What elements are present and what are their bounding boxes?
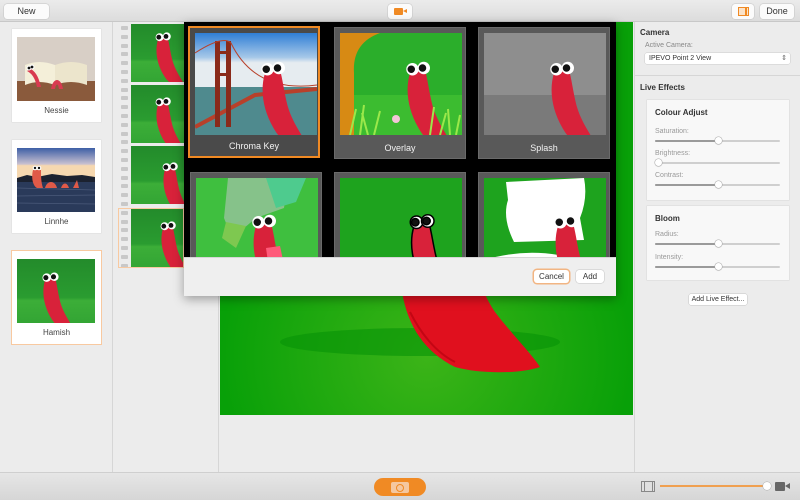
popup-arrows-icon: ⇕ bbox=[781, 55, 787, 62]
sprocket-hole bbox=[121, 34, 128, 39]
toolbar: New Scene Done bbox=[0, 0, 800, 31]
cancel-button[interactable]: Cancel bbox=[534, 270, 569, 283]
add-button[interactable]: Add bbox=[576, 270, 604, 283]
camera-snapshot-icon bbox=[391, 482, 409, 493]
snapshot-button[interactable] bbox=[374, 478, 426, 496]
sprocket-hole bbox=[121, 61, 128, 66]
effect-name: Splash bbox=[530, 143, 558, 153]
sprocket-hole bbox=[121, 254, 128, 259]
effect-name: Overlay bbox=[384, 143, 416, 153]
effect-name: Chroma Key bbox=[228, 141, 280, 151]
effect-tile-threshold[interactable] bbox=[478, 172, 610, 257]
sprocket-hole bbox=[121, 166, 128, 171]
effect-thumbnail bbox=[340, 33, 462, 135]
effect-picker-sheet: Chroma Key Overlay Splash Cancel Add bbox=[184, 22, 616, 296]
sprocket-hole bbox=[121, 114, 128, 118]
effect-tile-splash[interactable]: Splash bbox=[478, 27, 610, 159]
contrast-slider[interactable] bbox=[655, 181, 780, 188]
sprocket-hole bbox=[121, 26, 128, 30]
sprocket-hole bbox=[121, 193, 128, 198]
scenes-sidebar: Nessie Linnhe Hamish bbox=[0, 22, 113, 472]
effect-colour-adjust: Colour Adjust Saturation: Brightness: Co… bbox=[647, 100, 789, 200]
sprocket-hole bbox=[121, 122, 128, 127]
slider-label: Brightness: bbox=[655, 150, 691, 157]
active-camera-label: Active Camera: bbox=[645, 42, 693, 49]
sprocket-hole bbox=[121, 140, 128, 145]
scene-label: Hamish bbox=[42, 328, 71, 337]
scene-label: Nessie bbox=[44, 106, 69, 115]
slider-label: Intensity: bbox=[655, 254, 684, 261]
effect-thumbnail bbox=[195, 33, 317, 135]
sprocket-hole bbox=[121, 78, 128, 83]
done-button[interactable]: Done bbox=[760, 4, 794, 19]
camera-toggle-button[interactable] bbox=[388, 4, 412, 19]
intensity-slider[interactable] bbox=[655, 263, 780, 270]
active-camera-select[interactable]: IPEVO Point 2 View ⇕ bbox=[645, 53, 790, 64]
sprocket-hole bbox=[121, 96, 128, 101]
effect-thumbnail bbox=[484, 33, 606, 135]
sprocket-hole bbox=[121, 87, 128, 92]
sprocket-hole bbox=[121, 228, 128, 233]
thumbnail-size-slider[interactable] bbox=[660, 482, 771, 490]
live-effects-title: Live Effects bbox=[640, 83, 685, 92]
effect-tile-outline[interactable] bbox=[334, 172, 466, 257]
scene-thumbnail bbox=[17, 148, 95, 212]
effect-tile-posterize[interactable] bbox=[190, 172, 322, 257]
slider-label: Saturation: bbox=[655, 128, 689, 135]
scene-label: Linnhe bbox=[44, 217, 69, 226]
effect-thumbnail bbox=[196, 178, 318, 257]
scene-card-hamish[interactable]: Hamish bbox=[12, 251, 101, 344]
sheet-footer: Cancel Add bbox=[184, 257, 616, 296]
camera-section-title: Camera bbox=[640, 28, 670, 37]
sidebar-toggle-button[interactable] bbox=[732, 4, 754, 19]
effect-title: Bloom bbox=[655, 214, 680, 223]
sidebar-toggle-icon bbox=[738, 7, 749, 16]
sprocket-hole bbox=[121, 237, 128, 242]
scene-card-linnhe[interactable]: Linnhe bbox=[12, 140, 101, 233]
sprocket-hole bbox=[121, 131, 128, 136]
effect-grid: Chroma Key Overlay Splash bbox=[184, 22, 616, 257]
slider-knob[interactable] bbox=[762, 482, 771, 490]
sprocket-hole bbox=[121, 202, 128, 206]
sprocket-hole bbox=[121, 43, 128, 48]
effect-tile-overlay[interactable]: Overlay bbox=[334, 27, 466, 159]
new-scene-button[interactable]: New Scene bbox=[4, 4, 49, 31]
sprocket-hole bbox=[121, 158, 128, 162]
sprocket-hole bbox=[121, 149, 128, 154]
sprocket-hole bbox=[121, 219, 128, 224]
sprocket-hole bbox=[121, 210, 128, 215]
scene-thumbnail bbox=[17, 37, 95, 101]
bottom-bar bbox=[0, 472, 800, 500]
slider-label: Radius: bbox=[655, 231, 679, 238]
scene-card-nessie[interactable]: Nessie bbox=[12, 29, 101, 122]
sprocket-hole bbox=[121, 175, 128, 180]
sprocket-hole bbox=[121, 184, 128, 189]
effect-tile-chroma-key[interactable]: Chroma Key bbox=[188, 26, 320, 158]
sprocket-hole bbox=[121, 263, 128, 268]
effect-thumbnail bbox=[484, 178, 606, 257]
add-live-effect-button[interactable]: Add Live Effect... bbox=[689, 294, 747, 305]
saturation-slider[interactable] bbox=[655, 137, 780, 144]
sprocket-hole bbox=[121, 70, 128, 74]
filmstrip-sprockets bbox=[119, 22, 129, 268]
divider bbox=[635, 75, 800, 76]
effect-title: Colour Adjust bbox=[655, 108, 708, 117]
sprocket-hole bbox=[121, 246, 128, 250]
filmstrip-icon bbox=[641, 481, 655, 492]
sprocket-hole bbox=[121, 105, 128, 110]
effect-thumbnail bbox=[340, 178, 462, 257]
radius-slider[interactable] bbox=[655, 240, 780, 247]
video-camera-icon bbox=[394, 8, 407, 15]
brightness-slider[interactable] bbox=[654, 159, 780, 166]
sprocket-hole bbox=[121, 52, 128, 57]
slider-label: Contrast: bbox=[655, 172, 684, 179]
effect-bloom: Bloom Radius: Intensity: bbox=[647, 206, 789, 280]
scene-thumbnail bbox=[17, 259, 95, 323]
video-camera-icon bbox=[775, 482, 790, 491]
inspector-panel: Camera Active Camera: IPEVO Point 2 View… bbox=[634, 22, 800, 472]
active-camera-value: IPEVO Point 2 View bbox=[649, 55, 712, 62]
